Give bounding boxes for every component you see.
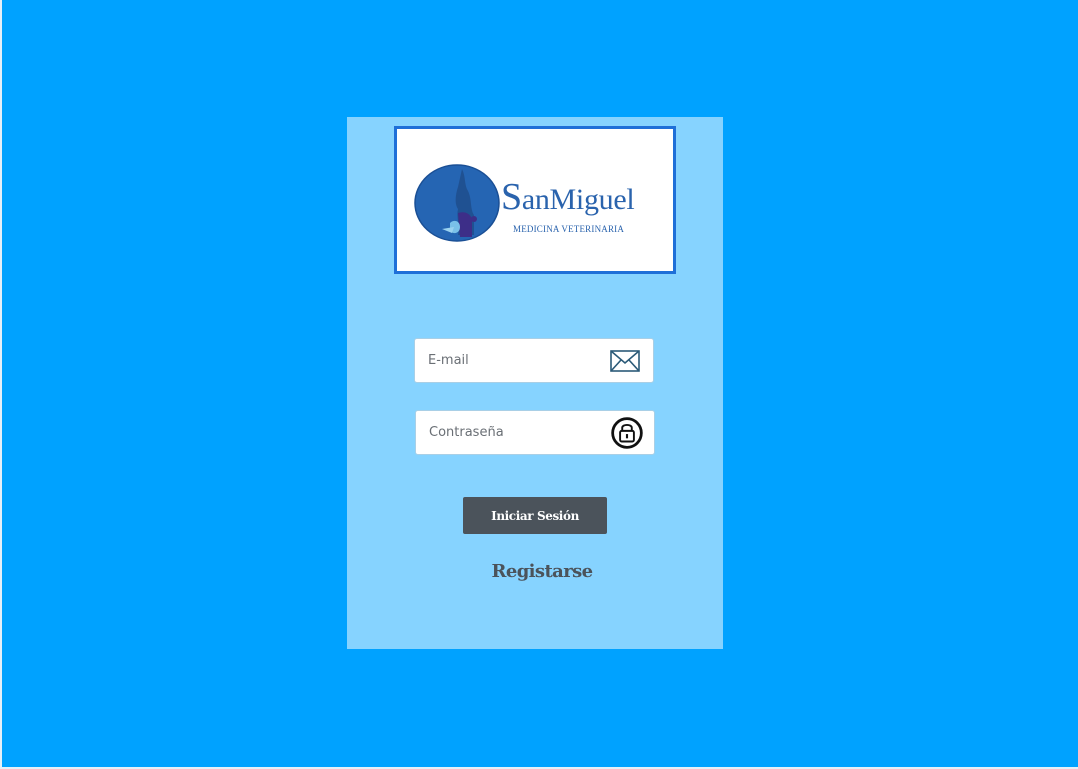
login-button[interactable]: Iniciar Sesión — [463, 497, 607, 534]
password-input[interactable] — [429, 411, 599, 454]
clinic-name-rest: anMiguel — [521, 183, 635, 216]
login-card: SanMiguel MEDICINA VETERINARIA Iniciar S… — [347, 117, 723, 649]
lock-icon — [611, 417, 643, 449]
password-field — [415, 410, 655, 455]
clinic-name: SanMiguel — [501, 175, 635, 219]
logo-emblem-icon — [414, 164, 500, 242]
email-input[interactable] — [428, 339, 598, 382]
envelope-icon — [610, 350, 640, 372]
clinic-name-initial: S — [501, 176, 522, 218]
clinic-logo: SanMiguel MEDICINA VETERINARIA — [394, 126, 676, 274]
clinic-tagline: MEDICINA VETERINARIA — [513, 224, 625, 234]
email-field — [414, 338, 654, 383]
register-link[interactable]: Registarse — [455, 561, 629, 582]
login-page: SanMiguel MEDICINA VETERINARIA Iniciar S… — [0, 0, 1078, 769]
